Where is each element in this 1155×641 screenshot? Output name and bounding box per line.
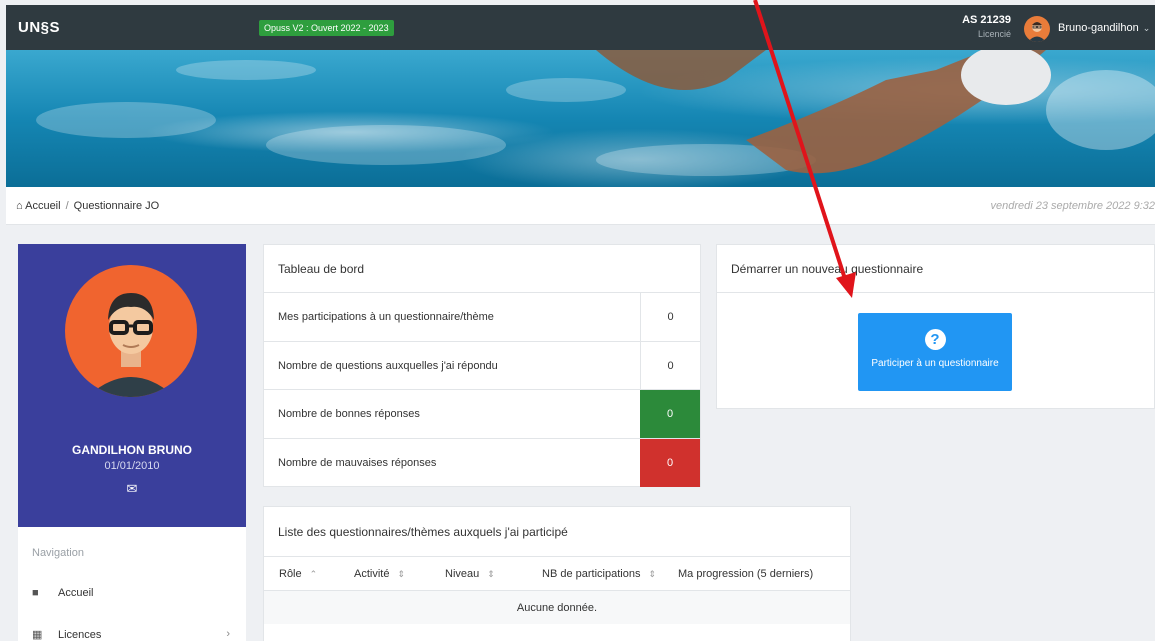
sort-icon: ⇕ <box>648 569 656 579</box>
sort-icon: ⇕ <box>397 569 406 579</box>
dashboard-row-value: 0 <box>640 341 700 389</box>
profile-name: GANDILHON BRUNO <box>72 443 192 457</box>
sidebar-navigation: Navigation ■ Accueil ▦ Licences › <box>18 527 246 641</box>
swimmer-banner-image <box>6 50 1155 187</box>
dashboard-row-label: Nombre de bonnes réponses <box>278 408 420 420</box>
empty-table-message: Aucune donnée. <box>264 591 850 624</box>
top-navbar: UN§S Opuss V2 : Ouvert 2022 - 2023 AS 21… <box>6 5 1155 50</box>
dashboard-card: Tableau de bord Mes participations à un … <box>263 244 701 487</box>
dashboard-title: Tableau de bord <box>264 245 700 293</box>
dashboard-row: Nombre de bonnes réponses 0 <box>264 390 700 439</box>
sidebar-item-label: Accueil <box>58 587 94 599</box>
version-badge: Opuss V2 : Ouvert 2022 - 2023 <box>259 20 394 36</box>
column-label: Niveau <box>445 568 480 580</box>
user-menu-toggle[interactable]: Bruno-gandilhon ⌄ <box>1058 22 1150 34</box>
association-info: AS 21239 Licencié <box>941 14 1011 39</box>
sidebar-item-accueil[interactable]: ■ Accueil <box>32 587 242 599</box>
column-nb-participations[interactable]: NB de participations ⇕ <box>542 568 656 580</box>
profile-birthdate: 01/01/2010 <box>104 460 160 472</box>
column-label: Ma progression (5 derniers) <box>678 568 814 580</box>
chevron-right-icon: › <box>226 628 230 640</box>
start-questionnaire-card: Démarrer un nouveau questionnaire ? Part… <box>716 244 1155 409</box>
participate-button-label: Participer à un questionnaire <box>871 358 999 369</box>
sort-asc-icon: ⌃ <box>309 569 318 579</box>
nav-title: Navigation <box>32 547 84 559</box>
question-icon: ? <box>924 329 946 350</box>
dashboard-row-label: Mes participations à un questionnaire/th… <box>278 311 494 323</box>
profile-card: GANDILHON BRUNO 01/01/2010 ✉ <box>18 244 246 527</box>
breadcrumb-home-link[interactable]: Accueil <box>25 200 60 212</box>
breadcrumb-bar: ⌂ Accueil / Questionnaire JO vendredi 23 s… <box>6 187 1155 225</box>
user-avatar-icon[interactable] <box>1024 16 1050 42</box>
column-role[interactable]: Rôle ⌃ <box>279 568 317 580</box>
user-role: Licencié <box>977 29 1011 39</box>
grid-icon: ▦ <box>32 629 43 641</box>
dashboard-row: Nombre de questions auxquelles j'ai répo… <box>264 341 700 390</box>
participate-button[interactable]: ? Participer à un questionnaire <box>858 313 1012 391</box>
user-icon: ■ <box>32 587 39 599</box>
dashboard-row-label: Nombre de mauvaises réponses <box>278 456 437 469</box>
user-name: Bruno-gandilhon <box>1058 22 1139 34</box>
column-label: NB de participations <box>542 568 641 580</box>
profile-avatar <box>65 265 197 397</box>
current-date: vendredi 23 septembre 2022 9:32 <box>990 200 1155 212</box>
column-label: Rôle <box>279 568 302 580</box>
sidebar-item-label: Licences <box>58 629 102 641</box>
correct-answers-value: 0 <box>640 390 700 438</box>
dashboard-row-label: Nombre de questions auxquelles j'ai répo… <box>278 359 498 372</box>
dashboard-row: Nombre de mauvaises réponses 0 <box>264 438 700 487</box>
column-label: Activité <box>354 568 390 580</box>
dashboard-row: Mes participations à un questionnaire/th… <box>264 293 700 342</box>
association-code: AS 21239 <box>962 14 1011 26</box>
breadcrumb-separator: / <box>65 200 69 212</box>
participation-list-card: Liste des questionnaires/thèmes auxquels… <box>263 506 851 641</box>
home-icon[interactable]: ⌂ <box>16 200 23 212</box>
column-progression[interactable]: Ma progression (5 derniers) <box>678 568 813 580</box>
start-title: Démarrer un nouveau questionnaire <box>717 245 1154 293</box>
unss-logo[interactable]: UN§S <box>18 19 60 36</box>
mail-icon[interactable]: ✉ <box>18 481 246 497</box>
sidebar-item-licences[interactable]: ▦ Licences › <box>32 628 242 641</box>
column-niveau[interactable]: Niveau ⇕ <box>445 568 495 580</box>
sort-icon: ⇕ <box>487 569 495 579</box>
table-header: Rôle ⌃ Activité ⇕ Niveau ⇕ NB de participat… <box>264 557 850 591</box>
dashboard-row-value: 0 <box>640 293 700 341</box>
wrong-answers-value: 0 <box>640 438 700 487</box>
column-activite[interactable]: Activité ⇕ <box>354 568 405 580</box>
breadcrumb-current: Questionnaire JO <box>73 200 160 212</box>
breadcrumb: ⌂ Accueil / Questionnaire JO <box>16 200 159 212</box>
list-title: Liste des questionnaires/thèmes auxquels… <box>264 507 850 557</box>
chevron-down-icon: ⌄ <box>1142 23 1151 33</box>
